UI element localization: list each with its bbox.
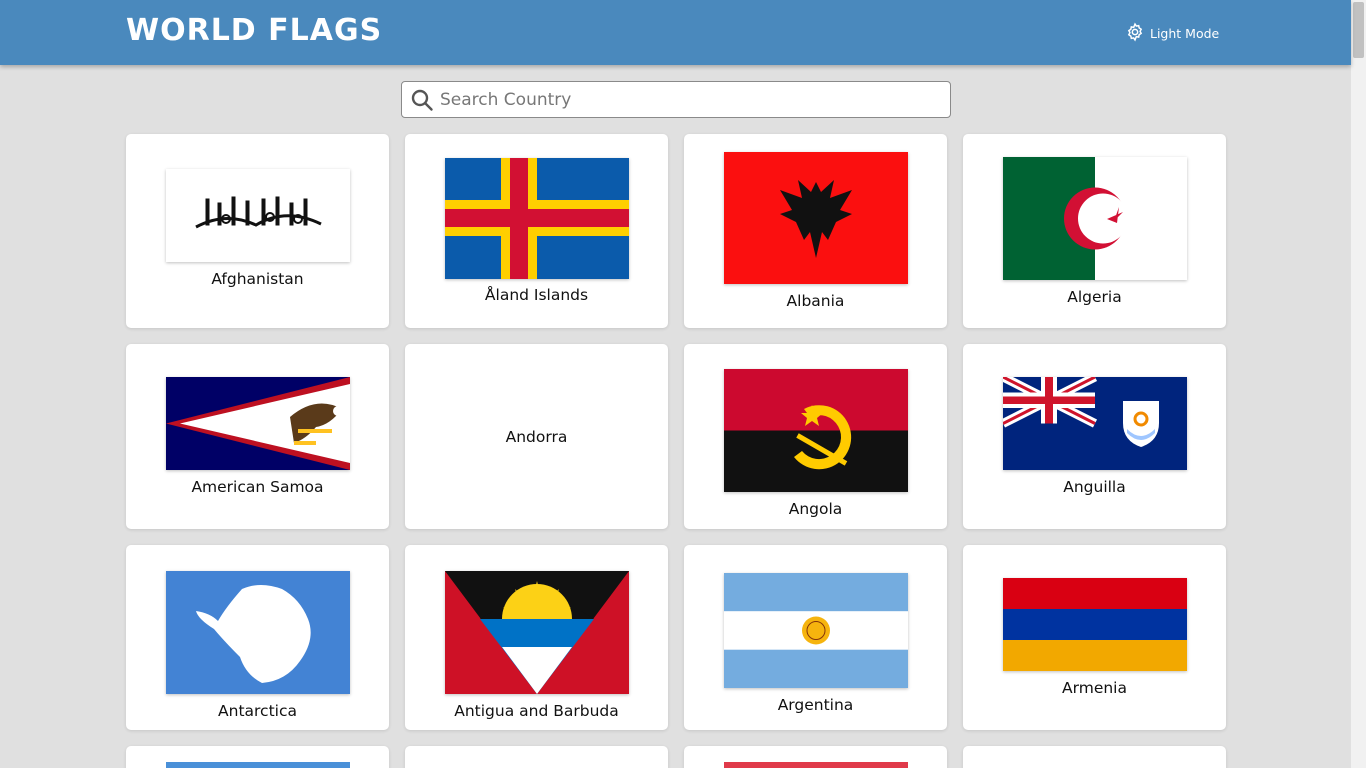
flag-albania bbox=[723, 152, 908, 284]
flag-anguilla bbox=[1002, 377, 1187, 470]
country-card[interactable]: Anguilla bbox=[963, 344, 1226, 529]
country-card[interactable]: Åland Islands bbox=[405, 134, 668, 328]
country-name: Argentina bbox=[777, 696, 854, 714]
flag-aland-islands bbox=[444, 158, 629, 279]
country-name: Åland Islands bbox=[484, 286, 589, 304]
scrollbar-thumb[interactable] bbox=[1353, 2, 1364, 58]
flag-afghanistan bbox=[165, 168, 350, 262]
country-card[interactable]: Antigua and Barbuda bbox=[405, 545, 668, 730]
country-name: American Samoa bbox=[191, 478, 324, 496]
country-card[interactable]: Antarctica bbox=[126, 545, 389, 730]
country-name: Algeria bbox=[1067, 287, 1122, 306]
country-name: Angola bbox=[788, 500, 843, 518]
country-card[interactable]: American Samoa bbox=[126, 344, 389, 529]
country-card[interactable]: Angola bbox=[684, 344, 947, 529]
country-card[interactable] bbox=[405, 746, 668, 768]
gear-icon bbox=[1125, 21, 1145, 45]
country-name: Anguilla bbox=[1063, 478, 1126, 496]
country-grid: Afghanistan Åland Islands Albania Algeri… bbox=[126, 134, 1226, 768]
flag-antarctica bbox=[165, 571, 350, 694]
country-card[interactable] bbox=[963, 746, 1226, 768]
theme-toggle-button[interactable]: Light Mode bbox=[1125, 21, 1220, 45]
country-card[interactable]: Algeria bbox=[963, 134, 1226, 328]
country-name: Antarctica bbox=[218, 702, 297, 720]
country-name: Armenia bbox=[1062, 679, 1127, 697]
flag-angola bbox=[723, 369, 908, 492]
country-name: Afghanistan bbox=[211, 269, 304, 288]
app-title: WORLD FLAGS bbox=[126, 13, 383, 48]
country-card[interactable] bbox=[684, 746, 947, 768]
app-header: WORLD FLAGS Light Mode bbox=[0, 0, 1351, 65]
flag-armenia bbox=[1002, 578, 1187, 671]
country-card[interactable]: Andorra bbox=[405, 344, 668, 529]
country-card[interactable]: Argentina bbox=[684, 545, 947, 730]
flag-argentina bbox=[723, 573, 908, 688]
country-card[interactable]: Armenia bbox=[963, 545, 1226, 730]
search-input[interactable] bbox=[440, 82, 940, 117]
theme-toggle-label: Light Mode bbox=[1150, 25, 1220, 41]
flag-american-samoa bbox=[165, 377, 350, 470]
flag-partial bbox=[723, 762, 908, 768]
country-card[interactable] bbox=[126, 746, 389, 768]
country-card[interactable]: Afghanistan bbox=[126, 134, 389, 328]
vertical-scrollbar[interactable] bbox=[1351, 0, 1366, 768]
country-name: Antigua and Barbuda bbox=[454, 702, 619, 720]
search-box bbox=[401, 81, 951, 118]
flag-algeria bbox=[1002, 156, 1187, 280]
country-name: Albania bbox=[786, 292, 845, 310]
country-card[interactable]: Albania bbox=[684, 134, 947, 328]
flag-antigua-and-barbuda bbox=[444, 571, 629, 694]
flag-partial bbox=[165, 762, 350, 768]
country-name: Andorra bbox=[505, 427, 568, 446]
